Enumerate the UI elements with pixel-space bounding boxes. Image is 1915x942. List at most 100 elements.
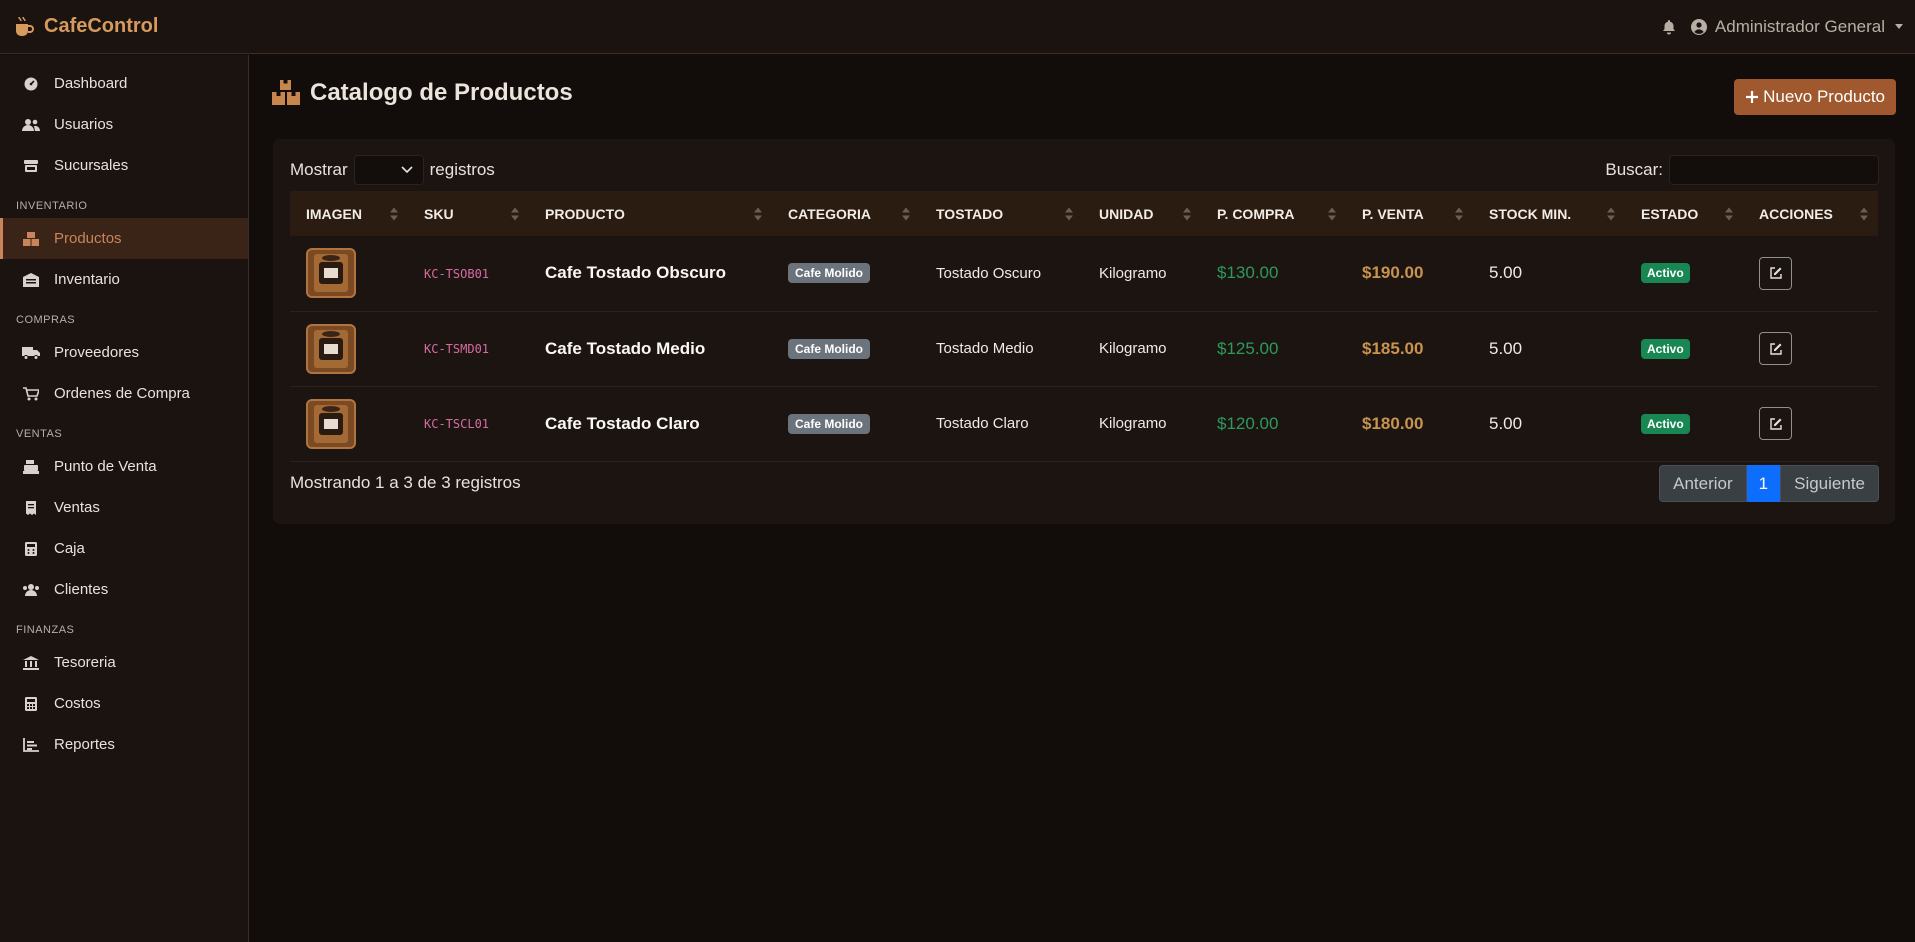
edit-button[interactable]: [1759, 332, 1792, 365]
column-header-sku[interactable]: SKU: [408, 191, 529, 236]
show-label: Mostrar: [290, 160, 348, 179]
chevron-down-icon: [401, 166, 413, 174]
sidebar-item-label: Costos: [54, 695, 101, 712]
new-product-label: Nuevo Producto: [1763, 87, 1885, 106]
sidebar-item-punto-de-venta[interactable]: Punto de Venta: [0, 446, 248, 487]
sale-price: $180.00: [1362, 413, 1424, 433]
sidebar-item-productos[interactable]: Productos: [0, 218, 248, 259]
page-length-control: Mostrar registros: [290, 155, 495, 185]
sidebar-item-tesoreria[interactable]: Tesoreria: [0, 642, 248, 683]
sort-icon: [390, 207, 398, 220]
stock-min: 5.00: [1489, 338, 1523, 358]
brand[interactable]: CafeControl: [12, 15, 158, 39]
column-header-p-venta[interactable]: P. VENTA: [1346, 191, 1473, 236]
sort-icon: [1607, 207, 1615, 220]
column-header-unidad[interactable]: UNIDAD: [1083, 191, 1201, 236]
column-header-acciones[interactable]: ACCIONES: [1743, 191, 1878, 236]
sort-icon: [511, 207, 519, 220]
edit-button[interactable]: [1759, 407, 1792, 440]
bell-icon[interactable]: [1661, 19, 1677, 35]
chart-icon: [22, 737, 40, 753]
column-header-categoria[interactable]: CATEGORIA: [772, 191, 920, 236]
warehouse-icon: [22, 272, 40, 288]
edit-button[interactable]: [1759, 256, 1792, 290]
products-table: IMAGEN SKU PRODUCTO CATEGORIA TOSTADO UN…: [290, 191, 1878, 462]
table-row: KC-TSCL01 Cafe Tostado Claro Cafe Molido…: [290, 386, 1878, 461]
purchase-price: $130.00: [1217, 263, 1279, 283]
sidebar-item-inventario[interactable]: Inventario: [0, 259, 248, 300]
pagination: Anterior 1 Siguiente: [1659, 465, 1879, 502]
sidebar-item-clientes[interactable]: Clientes: [0, 569, 248, 610]
column-header-p-compra[interactable]: P. COMPRA: [1201, 191, 1346, 236]
sidebar-section-inventario: INVENTARIO: [16, 200, 88, 212]
prev-page-button[interactable]: Anterior: [1659, 465, 1747, 502]
new-product-button[interactable]: Nuevo Producto: [1734, 79, 1896, 115]
sidebar-item-ordenes-de-compra[interactable]: Ordenes de Compra: [0, 373, 248, 414]
sort-icon: [902, 207, 910, 220]
sidebar-item-label: Clientes: [54, 581, 109, 598]
sidebar-item-ventas[interactable]: Ventas: [0, 487, 248, 528]
page-length-select[interactable]: [353, 155, 424, 185]
receipt-icon: [22, 500, 40, 516]
sort-icon: [1725, 207, 1733, 220]
sidebar-item-label: Productos: [54, 230, 122, 247]
sidebar-section-ventas: VENTAS: [16, 428, 63, 440]
sidebar-item-label: Reportes: [54, 736, 115, 753]
user-menu[interactable]: Administrador General: [1690, 16, 1903, 37]
product-image[interactable]: [306, 248, 356, 299]
column-header-estado[interactable]: ESTADO: [1625, 191, 1743, 236]
sidebar-item-proveedores[interactable]: Proveedores: [0, 332, 248, 373]
column-header-producto[interactable]: PRODUCTO: [529, 191, 772, 236]
sidebar-item-sucursales[interactable]: Sucursales: [0, 145, 248, 186]
unit: Kilogramo: [1099, 340, 1167, 357]
category-badge: Cafe Molido: [788, 263, 870, 284]
sort-icon: [1183, 207, 1191, 220]
sidebar-item-costos[interactable]: Costos: [0, 683, 248, 724]
edit-icon: [1769, 342, 1782, 355]
table-header-row: IMAGEN SKU PRODUCTO CATEGORIA TOSTADO UN…: [290, 191, 1878, 236]
truck-icon: [22, 345, 40, 361]
sidebar-section-compras: COMPRAS: [16, 314, 76, 326]
cash-register-icon: [22, 459, 40, 475]
coffee-cup-icon: [16, 16, 34, 36]
search-input[interactable]: [1669, 155, 1879, 185]
column-header-imagen[interactable]: IMAGEN: [290, 191, 408, 236]
edit-icon: [1769, 267, 1782, 279]
product-name: Cafe Tostado Medio: [545, 338, 706, 358]
chevron-down-icon: [1895, 24, 1903, 29]
column-header-tostado[interactable]: TOSTADO: [920, 191, 1083, 236]
sidebar-item-usuarios[interactable]: Usuarios: [0, 104, 248, 145]
status-badge: Activo: [1641, 263, 1690, 284]
sidebar-item-caja[interactable]: Caja: [0, 528, 248, 569]
search-label: Buscar:: [1605, 160, 1663, 179]
users-icon: [22, 117, 40, 133]
product-image[interactable]: [306, 398, 356, 449]
product-sku: KC-TSOB01: [424, 266, 490, 281]
sidebar-item-reportes[interactable]: Reportes: [0, 724, 248, 765]
boxes-icon: [22, 231, 40, 247]
roast-level: Tostado Oscuro: [936, 264, 1042, 282]
cart-icon: [22, 386, 40, 402]
sidebar-item-dashboard[interactable]: Dashboard: [0, 63, 248, 104]
sort-icon: [754, 207, 762, 220]
bank-icon: [22, 655, 40, 671]
next-page-button[interactable]: Siguiente: [1780, 465, 1879, 502]
gauge-icon: [22, 76, 40, 92]
page-1-button[interactable]: 1: [1746, 465, 1781, 502]
table-row: KC-TSOB01 Cafe Tostado Obscuro Cafe Moli…: [290, 236, 1878, 311]
sidebar-item-label: Dashboard: [54, 75, 128, 92]
table-row: KC-TSMD01 Cafe Tostado Medio Cafe Molido…: [290, 311, 1878, 386]
sidebar-item-label: Proveedores: [54, 344, 140, 361]
page-header: Catalogo de Productos: [272, 79, 573, 107]
boxes-icon: [272, 80, 300, 105]
product-image[interactable]: [306, 323, 356, 374]
roast-level: Tostado Medio: [936, 340, 1034, 357]
sidebar-section-finanzas: FINANZAS: [16, 624, 75, 636]
sort-icon: [1328, 207, 1336, 220]
user-name: Administrador General: [1714, 16, 1885, 36]
sidebar-item-label: Tesoreria: [54, 654, 116, 671]
edit-icon: [1769, 417, 1782, 430]
table-info: Mostrando 1 a 3 de 3 registros: [290, 473, 521, 492]
sort-icon: [1065, 207, 1073, 220]
column-header-stock-min[interactable]: STOCK MIN.: [1473, 191, 1625, 236]
